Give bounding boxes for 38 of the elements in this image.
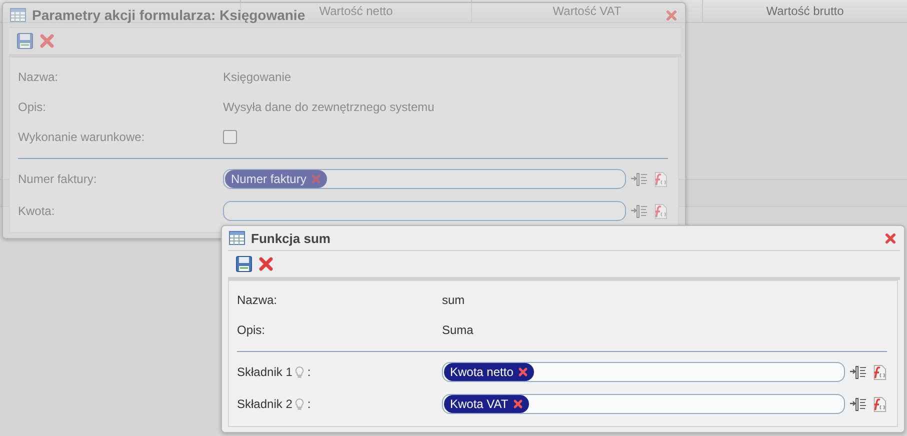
remove-icon[interactable]: [513, 399, 524, 409]
close-icon[interactable]: [885, 232, 896, 244]
token-chip[interactable]: Kwota netto: [444, 363, 534, 381]
input-field[interactable]: Kwota netto: [442, 362, 845, 382]
field-label: Wykonanie warunkowe:: [18, 130, 146, 144]
arrow-list-icon[interactable]: [850, 364, 866, 380]
field-label: Opis:: [237, 323, 266, 337]
save-icon[interactable]: [236, 256, 252, 272]
table-icon: [10, 8, 26, 22]
lightbulb-icon[interactable]: [295, 398, 304, 410]
column-header[interactable]: Wartość netto: [319, 4, 393, 18]
field-label: Nazwa:: [18, 70, 60, 84]
field-label: :: [307, 397, 311, 411]
token-chip[interactable]: Kwota VAT: [444, 395, 530, 413]
field-value: Wysyła dane do zewnętrznego systemu: [223, 100, 434, 114]
field-value: Suma: [442, 323, 474, 337]
arrow-list-icon[interactable]: [850, 396, 866, 412]
token-chip[interactable]: Numer faktury: [225, 170, 328, 188]
field-value: Księgowanie: [223, 70, 292, 84]
column-header[interactable]: Wartość VAT: [552, 4, 622, 18]
column-header[interactable]: Wartość brutto: [766, 4, 844, 18]
window-title: Parametry akcji formularza: Księgowanie: [32, 7, 306, 23]
function-icon[interactable]: [871, 396, 887, 412]
field-label: Składnik 2: [237, 397, 292, 411]
table-icon: [229, 231, 245, 245]
field-label: Kwota:: [18, 204, 55, 218]
lightbulb-icon[interactable]: [295, 366, 304, 378]
field-label: :: [307, 365, 311, 379]
function-icon[interactable]: [871, 364, 887, 380]
input-field[interactable]: Kwota VAT: [442, 394, 845, 414]
field-label: Składnik 1: [237, 365, 292, 379]
remove-icon[interactable]: [518, 367, 528, 377]
field-value: sum: [442, 293, 465, 307]
field-label: Nazwa:: [237, 293, 278, 307]
close-icon[interactable]: [258, 256, 274, 272]
field-label: Numer faktury:: [18, 172, 97, 186]
window-title: Funkcja sum: [251, 230, 330, 246]
field-label: Opis:: [18, 100, 48, 114]
